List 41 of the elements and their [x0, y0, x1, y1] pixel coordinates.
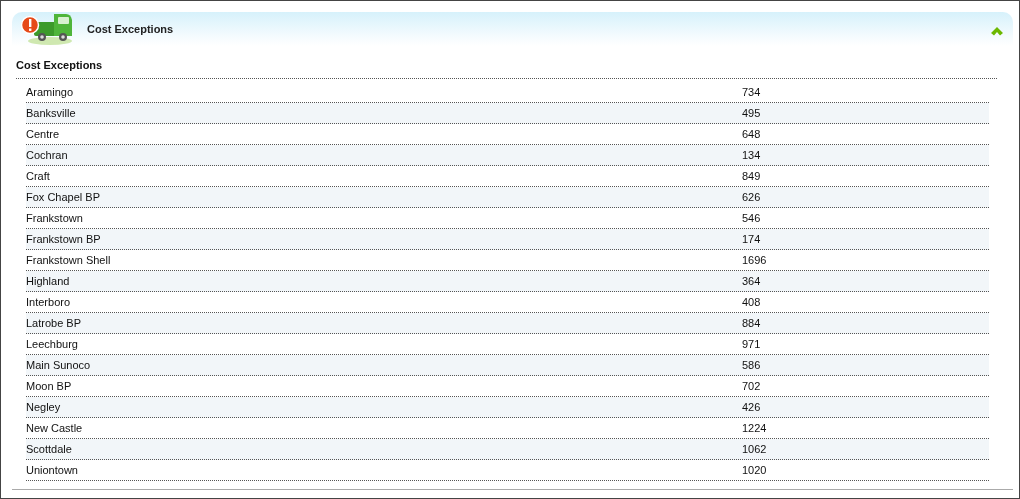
- table-cell-text: Frankstown: [26, 212, 84, 224]
- table-cell: 1696: [742, 254, 767, 266]
- table-cell-text: Banksville: [26, 107, 77, 119]
- table-cell-text: Aramingo: [26, 86, 75, 98]
- table-cell-text: Main Sunoco: [26, 359, 92, 371]
- table-cell-text: Frankstown BP: [26, 233, 102, 245]
- section-title: Cost Exceptions: [16, 59, 104, 73]
- table-cell: 1224: [742, 422, 767, 434]
- collapse-button[interactable]: [991, 26, 1003, 36]
- table-cell-text: Cochran: [26, 149, 69, 161]
- table-cell-text: Fox Chapel BP: [26, 191, 101, 203]
- table-cell: 546: [742, 212, 761, 224]
- table-cell-text: Frankstown Shell: [26, 254, 112, 266]
- table-cell-text: Craft: [26, 170, 51, 182]
- table-cell-text: Highland: [26, 275, 71, 287]
- panel-title: Cost Exceptions: [87, 23, 174, 35]
- table-cell-text: New Castle: [26, 422, 84, 434]
- table-cell-text: Leechburg: [26, 338, 79, 350]
- table-cell: 134: [742, 149, 761, 161]
- table-cell: 648: [742, 128, 761, 140]
- table-cell: 1020: [742, 464, 767, 476]
- table-cell: 408: [742, 296, 761, 308]
- table-cell-text: Negley: [26, 401, 62, 413]
- table-cell: 1062: [742, 443, 767, 455]
- table-cell: 586: [742, 359, 761, 371]
- table-cell: 849: [742, 170, 761, 182]
- table-cell: 702: [742, 380, 761, 392]
- table-cell: 364: [742, 275, 761, 287]
- table-cell: 174: [742, 233, 761, 245]
- table-cell: 971: [742, 338, 761, 350]
- table-cell: 734: [742, 86, 761, 98]
- table-cell-text: Centre: [26, 128, 61, 140]
- table-cell-text: Moon BP: [26, 380, 73, 392]
- table-cell-text: Latrobe BP: [26, 317, 83, 329]
- table-cell: 426: [742, 401, 761, 413]
- table-cell: 626: [742, 191, 761, 203]
- table-cell-text: Uniontown: [26, 464, 79, 476]
- table-cell-text: Interboro: [26, 296, 72, 308]
- table-cell: 884: [742, 317, 761, 329]
- table-cell: 495: [742, 107, 761, 119]
- table-cell-text: Scottdale: [26, 443, 73, 455]
